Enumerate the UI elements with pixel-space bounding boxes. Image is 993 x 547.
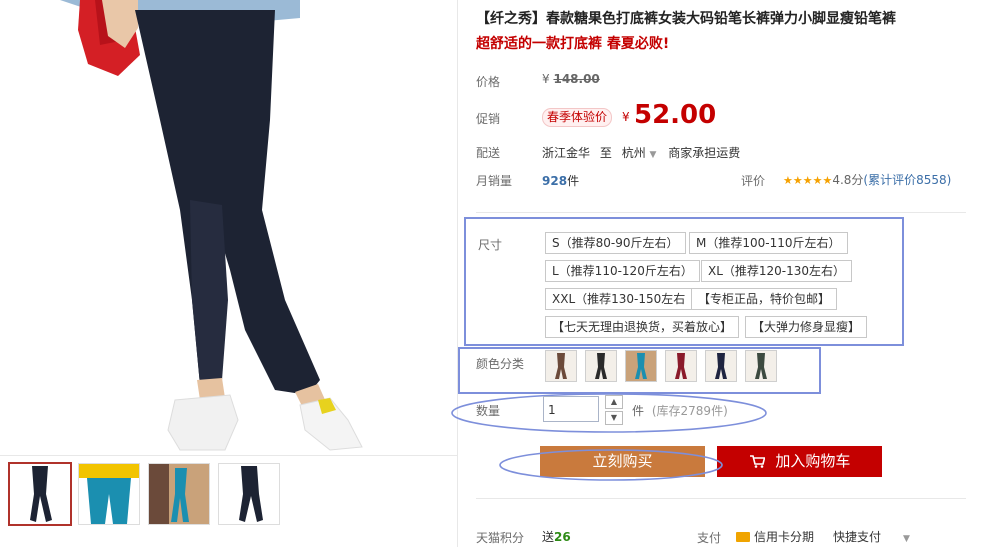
product-title: 【纤之秀】春款糖果色打底裤女装大码铅笔长裤弹力小脚显瘦铅笔裤 [476,11,896,27]
stars-icon: ★★★★★ [783,174,833,187]
pay-label: 支付 [697,531,722,545]
buy-annotation-ellipse [499,449,723,481]
rating-label: 评价 [741,174,766,188]
stock-row: 件 (库存2789件) [632,402,728,419]
size-option-s[interactable]: S（推荐80-90斤左右） [545,232,686,254]
cart-icon [749,452,776,470]
stock-count: (库存2789件) [651,404,728,418]
shipping-note: 商家承担运费 [668,146,741,160]
size-option-l[interactable]: L（推荐110-120斤左右） [545,260,700,282]
sales-count: 928 [542,174,568,188]
review-count-link[interactable]: 累计评价8558 [868,173,947,187]
thumbnail-3[interactable] [148,463,210,525]
color-swatch-2[interactable] [585,350,617,382]
credit-installment[interactable]: 信用卡分期 [736,528,814,545]
ship-from: 浙江金华 [542,146,591,160]
size-option-m[interactable]: M（推荐100-110斤左右） [689,232,848,254]
add-to-cart-label: 加入购物车 [775,452,851,470]
points-prefix: 送 [542,530,555,544]
size-option-xxl[interactable]: XXL（推荐130-150左右 [545,288,693,310]
rating-close: ) [946,173,952,187]
promo-label: 促销 [476,112,501,126]
sales-unit: 件 [567,174,580,188]
points-value: 26 [554,530,571,544]
delivery-row: 浙江金华 至 杭州 ▼ 商家承担运费 [542,144,740,161]
sales-value: 928件 [542,172,579,189]
quantity-unit: 件 [632,404,645,418]
chevron-down-icon: ▼ [903,534,910,544]
color-swatch-3[interactable] [625,350,657,382]
main-product-image[interactable] [0,0,457,455]
original-price-value: 148.00 [553,72,600,86]
product-subtitle: 超舒适的一款打底裤 春夏必败! [476,36,670,52]
quantity-label: 数量 [476,404,501,418]
quick-pay-label: 快捷支付 [833,530,882,544]
sales-label: 月销量 [476,174,513,188]
price-label: 价格 [476,75,501,89]
points-row: 送26 [542,528,571,545]
add-to-cart-button[interactable]: 加入购物车 [717,446,882,477]
thumbnail-1[interactable] [8,462,72,526]
points-label: 天猫积分 [476,531,525,545]
chevron-down-icon: ▼ [649,150,657,160]
quantity-decrease-button[interactable]: ▼ [605,411,623,425]
thumbnail-2[interactable] [78,463,140,525]
credit-label: 信用卡分期 [754,530,815,544]
size-option-xl[interactable]: XL（推荐120-130左右） [701,260,853,282]
thumbnail-4[interactable] [218,463,280,525]
promo-price: 52.00 [634,100,717,130]
size-label: 尺寸 [478,238,503,252]
quick-pay-select[interactable]: 快捷支付 ▼ [833,528,910,545]
size-option-stretch[interactable]: 【大弹力修身显瘦】 [745,316,868,338]
quantity-input[interactable]: 1 [543,396,599,422]
color-swatch-6[interactable] [745,350,777,382]
color-swatch-4[interactable] [665,350,697,382]
color-swatch-1[interactable] [545,350,577,382]
original-price: ¥ 148.00 [542,72,600,86]
currency-symbol: ¥ [542,72,550,86]
size-option-genuine[interactable]: 【专柜正品，特价包邮】 [691,288,838,310]
promo-badge: 春季体验价 [542,108,613,127]
quantity-increase-button[interactable]: ▲ [605,395,623,409]
promo-currency: ¥ [622,110,630,124]
color-swatch-5[interactable] [705,350,737,382]
credit-card-icon [736,532,750,542]
ship-to-city: 杭州 [621,146,646,160]
rating-row: ★★★★★4.8分(累计评价8558) [783,171,951,188]
rating-score: 4.8分 [832,173,864,187]
ship-to-select[interactable]: 杭州 ▼ [622,146,657,160]
delivery-label: 配送 [476,146,501,160]
color-label: 颜色分类 [476,357,525,371]
size-option-return[interactable]: 【七天无理由退换货，买着放心】 [545,316,740,338]
ship-to-word: 至 [599,146,612,160]
